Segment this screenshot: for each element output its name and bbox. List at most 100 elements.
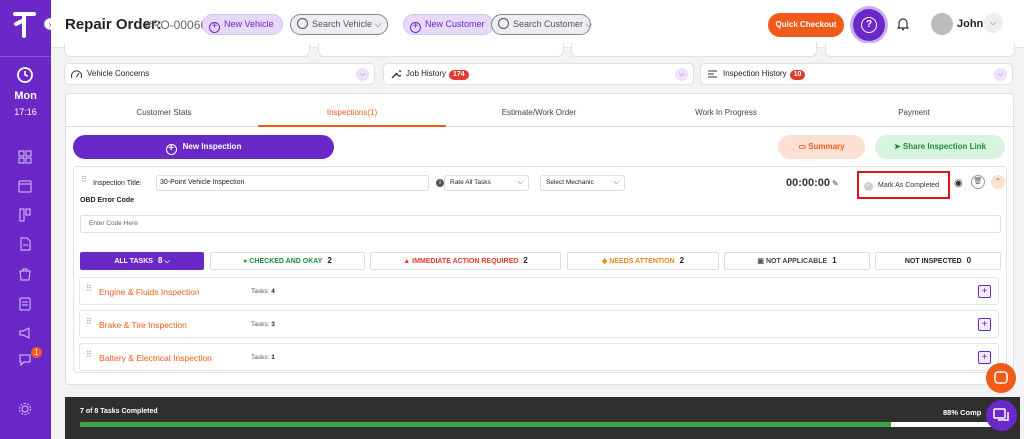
progress-footer: 7 of 8 Tasks Completed 88% Comp — [65, 397, 1020, 439]
category-name[interactable]: Battery & Electrical Inspection — [99, 353, 212, 363]
avatar[interactable] — [931, 13, 953, 35]
new-vehicle-label: New Vehicle — [224, 19, 274, 29]
drag-handle-icon[interactable]: ⠿ — [81, 176, 87, 188]
category-row[interactable]: ⠿ Brake & Tire Inspection Tasks: 3 + — [79, 310, 999, 338]
share-inspection-label: Share Inspection Link — [902, 142, 987, 151]
filter-checked-okay[interactable]: ● CHECKED AND OKAY 2 — [210, 252, 365, 270]
job-history-label: Job History 174 — [406, 64, 469, 84]
chevron-down-icon: ⌵ — [374, 19, 382, 29]
tasks-completed-text: 7 of 8 Tasks Completed — [80, 408, 158, 415]
inspection-card: ⠿ Inspection Title: 30-Point Vehicle Ins… — [73, 166, 1007, 373]
reports-icon[interactable] — [18, 297, 32, 311]
chat-bubble-icon — [994, 371, 1008, 384]
tab-estimate-work-order[interactable]: Estimate/Work Order — [479, 108, 599, 117]
inspection-history-accordion[interactable]: Inspection History 10 ⌵ — [700, 63, 1013, 85]
user-name[interactable]: John — [957, 18, 983, 30]
rate-all-tasks-select[interactable]: Rate All Tasks ⌵ — [444, 175, 529, 191]
inspection-title-input[interactable]: 30-Point Vehicle Inspection — [156, 175, 429, 191]
add-task-button[interactable]: + — [978, 318, 991, 331]
new-customer-button[interactable]: + New Customer — [403, 14, 494, 35]
calendar-icon[interactable] — [18, 179, 32, 193]
add-task-button[interactable]: + — [978, 285, 991, 298]
support-chat-button[interactable] — [986, 400, 1017, 431]
collapse-icon[interactable]: ⌃ — [991, 175, 1005, 189]
orange-fab-button[interactable] — [986, 363, 1016, 393]
new-inspection-button[interactable]: + New Inspection — [73, 135, 334, 159]
filter-needs-attention[interactable]: ◆ NEEDS ATTENTION 2 — [567, 252, 719, 270]
filter-all-tasks[interactable]: ALL TASKS 8 ⌵ — [80, 252, 204, 270]
category-row[interactable]: ⠿ Battery & Electrical Inspection Tasks:… — [79, 343, 999, 371]
category-name[interactable]: Brake & Tire Inspection — [99, 320, 187, 330]
tasks-value: 1 — [271, 354, 275, 361]
drag-handle-icon[interactable]: ⠿ — [86, 318, 92, 330]
settings-icon[interactable] — [18, 402, 32, 416]
chat-badge: 1 — [31, 347, 42, 358]
new-vehicle-button[interactable]: + New Vehicle — [202, 14, 283, 35]
search-customer-dropdown[interactable]: Search Customer ⌵ — [491, 14, 593, 35]
document-icon[interactable] — [18, 237, 32, 251]
x-square-icon: ▣ — [757, 258, 766, 265]
new-inspection-label: New Inspection — [182, 142, 242, 151]
sidebar: › Mon 17:16 1 — [0, 0, 56, 439]
chevron-down-icon[interactable]: ⌵ — [675, 68, 688, 81]
chat-icon[interactable] — [18, 353, 32, 367]
chevron-down-icon[interactable]: ⌵ — [994, 68, 1007, 81]
eye-icon[interactable]: ◉ — [954, 178, 963, 189]
trash-icon[interactable]: 🗑 — [971, 175, 985, 189]
job-history-count-badge: 174 — [449, 70, 469, 80]
filter-immediate-action[interactable]: ▲ IMMEDIATE ACTION REQUIRED 2 — [370, 252, 561, 270]
chevron-down-icon: ⌵ — [585, 19, 593, 29]
drag-handle-icon[interactable]: ⠿ — [86, 285, 92, 297]
inspection-history-label: Inspection History 10 — [723, 64, 806, 84]
megaphone-icon[interactable] — [18, 326, 32, 340]
tasks-value: 4 — [271, 288, 275, 295]
filter-label: NOT INSPECTED — [904, 258, 962, 265]
search-icon — [498, 18, 509, 29]
quick-checkout-button[interactable]: Quick Checkout — [768, 13, 844, 37]
tasks-label: Tasks: — [251, 288, 270, 295]
bell-icon[interactable] — [897, 17, 909, 31]
category-row[interactable]: ⠿ Engine & Fluids Inspection Tasks: 4 + — [79, 277, 999, 305]
board-icon[interactable] — [18, 208, 32, 222]
dashboard-icon[interactable] — [18, 150, 32, 164]
search-vehicle-dropdown[interactable]: Search Vehicle ⌵ — [290, 14, 388, 35]
obd-error-code-input[interactable]: Enter Code Here — [80, 215, 1001, 233]
summary-button[interactable]: ▭ Summary — [778, 135, 865, 159]
active-tab-indicator — [258, 125, 446, 127]
inspection-history-count-badge: 10 — [789, 70, 806, 80]
sidebar-divider — [0, 56, 51, 57]
job-history-text: Job History — [406, 69, 447, 78]
question-icon: ? — [861, 17, 877, 33]
plus-circle-icon: + — [209, 22, 220, 33]
help-button[interactable]: ? — [853, 9, 885, 41]
select-mechanic-select[interactable]: Select Mechanic ⌵ — [540, 175, 625, 191]
tab-work-in-progress[interactable]: Work In Progress — [666, 108, 786, 117]
mark-as-completed-button[interactable]: ✓ Mark As Completed — [857, 171, 950, 199]
filter-count: 2 — [327, 256, 332, 265]
tab-customer-stats[interactable]: Customer Stats — [104, 108, 224, 117]
messages-icon — [993, 408, 1009, 421]
job-history-accordion[interactable]: Job History 174 ⌵ — [383, 63, 694, 85]
filter-not-applicable[interactable]: ▣ NOT APPLICABLE 1 — [724, 252, 870, 270]
chevron-down-icon[interactable]: ⌵ — [356, 68, 369, 81]
edit-icon[interactable]: ✎ — [832, 179, 839, 188]
info-icon[interactable]: i — [436, 179, 444, 187]
category-task-count: Tasks: 1 — [251, 354, 275, 361]
tab-payment[interactable]: Payment — [854, 108, 974, 117]
sidebar-day: Mon — [14, 90, 37, 102]
user-menu-chevron-icon[interactable]: ⌵ — [983, 13, 1003, 33]
category-name[interactable]: Engine & Fluids Inspection — [99, 287, 200, 297]
tab-inspections[interactable]: Inspections(1) — [292, 108, 412, 117]
filter-not-inspected[interactable]: NOT INSPECTED 0 — [875, 252, 1001, 270]
vehicle-concerns-accordion[interactable]: Vehicle Concerns ⌵ — [64, 63, 375, 85]
warning-icon: ▲ — [403, 258, 413, 265]
tab-bar: Customer Stats Inspections(1) Estimate/W… — [66, 94, 1015, 127]
category-task-count: Tasks: 3 — [251, 321, 275, 328]
inspection-timer: 00:00:00 — [786, 177, 831, 189]
brand-logo[interactable] — [12, 10, 38, 40]
info-card — [825, 43, 1015, 57]
share-inspection-link-button[interactable]: ➤ Share Inspection Link — [875, 135, 1005, 159]
shopping-bag-icon[interactable] — [18, 267, 32, 281]
drag-handle-icon[interactable]: ⠿ — [86, 351, 92, 363]
chevron-down-icon: ⌵ — [517, 179, 523, 186]
